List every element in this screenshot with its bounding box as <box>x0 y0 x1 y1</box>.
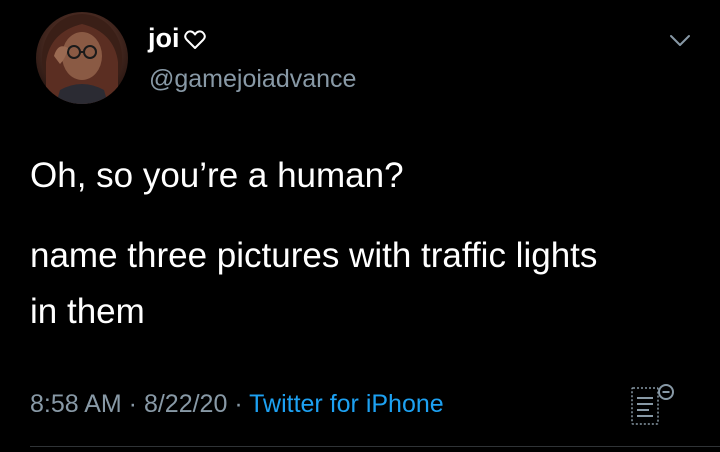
tweet-meta: 8:58 AM · 8/22/20 · Twitter for iPhone <box>30 388 444 420</box>
meta-separator: · <box>227 390 250 418</box>
author-handle[interactable]: @gamejoiadvance <box>149 64 356 94</box>
chevron-down-icon[interactable] <box>666 30 694 50</box>
tweet-text-line: Oh, so you’re a human? <box>30 156 404 195</box>
tweet-text-line: in them <box>30 292 145 331</box>
heart-outline-icon <box>183 30 206 49</box>
avatar[interactable] <box>36 12 128 104</box>
tweet-source-link[interactable]: Twitter for iPhone <box>249 390 444 418</box>
author-name-row[interactable]: joi <box>148 22 206 54</box>
display-name[interactable]: joi <box>148 22 180 54</box>
tweet-text-line: name three pictures with traffic lights <box>30 236 598 275</box>
tweet-date[interactable]: 8/22/20 <box>144 390 227 418</box>
tweet-card: joi @gamejoiadvance Oh, so you’re a huma… <box>0 0 720 452</box>
divider <box>30 446 720 447</box>
analytics-icon[interactable] <box>628 382 682 430</box>
meta-separator: · <box>121 390 144 418</box>
tweet-time[interactable]: 8:58 AM <box>30 390 122 418</box>
avatar-photo <box>42 14 122 104</box>
